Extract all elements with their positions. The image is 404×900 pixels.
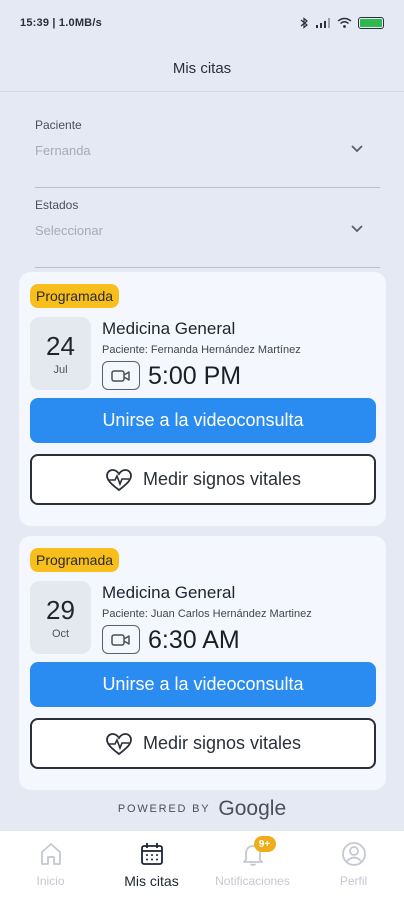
page-title: Mis citas bbox=[172, 60, 232, 77]
appointment-card[interactable]: Programada 24 Jul Medicina General Pacie… bbox=[19, 272, 386, 526]
status-select-label: Estados bbox=[35, 198, 79, 212]
calendar-icon bbox=[140, 843, 163, 865]
tab-inicio-label: Inicio bbox=[36, 874, 65, 888]
tab-mis-citas-label: Mis citas bbox=[124, 873, 179, 889]
video-call-icon bbox=[102, 361, 140, 390]
date-month: Jul bbox=[53, 363, 68, 376]
home-icon bbox=[40, 843, 61, 865]
heart-pulse-icon bbox=[106, 468, 132, 491]
join-videocall-button[interactable]: Unirse a la videoconsulta bbox=[30, 398, 376, 443]
measure-vitals-label: Medir signos vitales bbox=[142, 733, 302, 753]
filters: Paciente Fernanda Estados Seleccionar bbox=[35, 108, 380, 268]
patient-name: Paciente: Juan Carlos Hernández Martinez bbox=[102, 608, 312, 620]
appointment-list: Programada 24 Jul Medicina General Pacie… bbox=[19, 272, 386, 800]
chevron-down-icon bbox=[351, 225, 363, 233]
appointment-time: 6:30 AM bbox=[148, 626, 240, 654]
heart-pulse-icon bbox=[106, 732, 132, 755]
chevron-down-icon bbox=[351, 145, 363, 153]
patient-select-value: Fernanda bbox=[35, 143, 91, 158]
patient-select[interactable]: Paciente Fernanda bbox=[35, 108, 380, 188]
measure-vitals-button[interactable]: Medir signos vitales bbox=[30, 718, 376, 769]
join-videocall-button[interactable]: Unirse a la videoconsulta bbox=[30, 662, 376, 707]
status-badge: Programada bbox=[30, 548, 120, 572]
battery-level bbox=[360, 19, 382, 27]
patient-select-label: Paciente bbox=[35, 118, 82, 132]
app-header: Mis citas bbox=[0, 46, 404, 92]
tab-perfil-label: Perfil bbox=[339, 874, 368, 888]
status-bar: 15:39 | 1.0MB/s bbox=[0, 0, 404, 46]
bell-icon-wrapper: 9+ bbox=[240, 836, 276, 867]
patient-name: Paciente: Fernanda Hernández Martínez bbox=[102, 344, 301, 356]
date-box: 24 Jul bbox=[30, 317, 91, 390]
bluetooth-icon bbox=[300, 17, 308, 29]
measure-vitals-label: Medir signos vitales bbox=[142, 469, 302, 489]
powered-by-text: POWERED BY bbox=[117, 803, 211, 815]
status-select-value: Seleccionar bbox=[35, 223, 103, 238]
tab-notificaciones-label: Notificaciones bbox=[215, 874, 290, 888]
date-box: 29 Oct bbox=[30, 581, 91, 654]
measure-vitals-button[interactable]: Medir signos vitales bbox=[30, 454, 376, 505]
video-call-icon bbox=[102, 625, 140, 654]
specialty: Medicina General bbox=[102, 319, 236, 338]
profile-icon bbox=[341, 842, 366, 866]
signal-icon bbox=[316, 18, 330, 28]
wifi-icon bbox=[337, 17, 352, 28]
powered-by-google: POWERED BY Google bbox=[0, 794, 404, 824]
status-select[interactable]: Estados Seleccionar bbox=[35, 188, 380, 268]
notification-count-badge: 9+ bbox=[253, 836, 276, 852]
date-day: 24 bbox=[46, 330, 75, 361]
date-day: 29 bbox=[46, 594, 75, 625]
date-month: Oct bbox=[51, 627, 70, 640]
battery-icon bbox=[358, 17, 384, 29]
specialty: Medicina General bbox=[102, 583, 236, 602]
status-time-speed: 15:39 | 1.0MB/s bbox=[20, 17, 102, 29]
tab-notificaciones[interactable]: 9+ Notificaciones bbox=[202, 831, 303, 900]
tab-perfil[interactable]: Perfil bbox=[303, 831, 404, 900]
appointment-card[interactable]: Programada 29 Oct Medicina General Pacie… bbox=[19, 536, 386, 790]
tab-inicio[interactable]: Inicio bbox=[0, 831, 101, 900]
bottom-tab-bar: Inicio Mis citas 9+ Notificaciones Perfi… bbox=[0, 830, 404, 900]
tab-mis-citas[interactable]: Mis citas bbox=[101, 831, 202, 900]
status-badge: Programada bbox=[30, 284, 120, 308]
google-logo: Google bbox=[218, 797, 287, 820]
status-icons bbox=[300, 17, 384, 29]
appointment-time: 5:00 PM bbox=[148, 362, 242, 390]
